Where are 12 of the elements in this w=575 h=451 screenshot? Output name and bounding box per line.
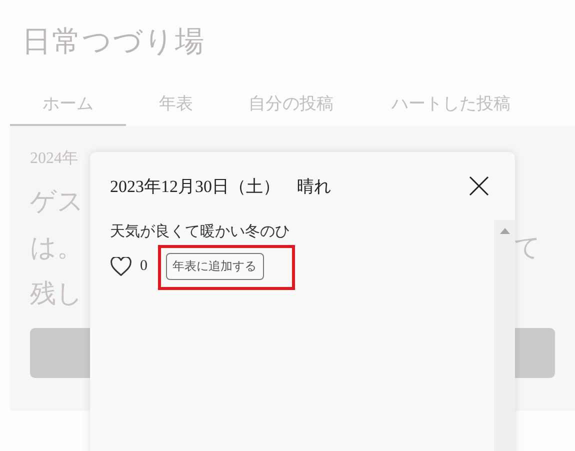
heart-icon[interactable] [110, 256, 132, 276]
post-date: 2024年 [30, 150, 78, 167]
nav-tab[interactable]: 自分の投稿 [226, 82, 356, 126]
dialog-title: 2023年12月30日（土） 晴れ [110, 176, 331, 198]
scrollbar[interactable] [494, 220, 515, 451]
site-title: 日常つづり場 [21, 25, 206, 60]
like-count: 0 [140, 258, 148, 275]
nav-tab[interactable]: ハートした投稿 [356, 82, 546, 126]
post-body: 天気が良くて暖かい冬のひ [110, 222, 291, 241]
nav-tab[interactable]: 年表 [126, 82, 226, 126]
add-to-timeline-button[interactable]: 年表に追加する [166, 253, 264, 280]
close-icon[interactable] [469, 176, 489, 196]
